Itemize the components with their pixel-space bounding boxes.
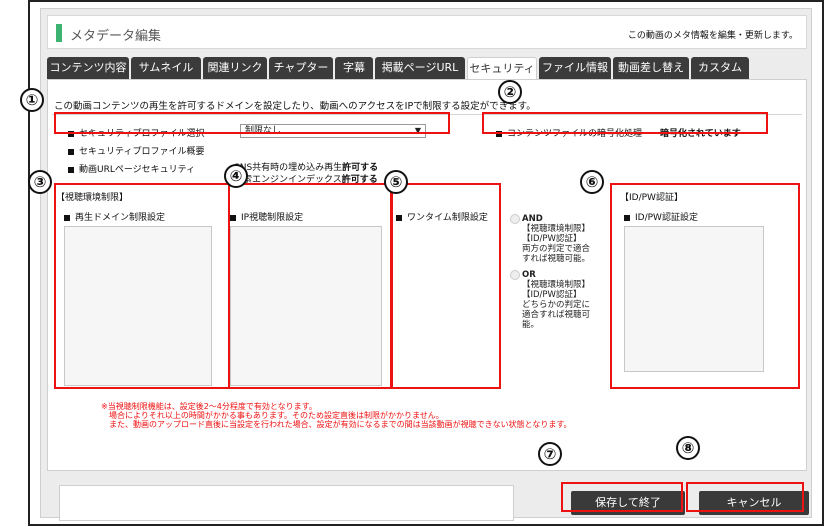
or-option-line: 【視聴環境制限】	[522, 280, 591, 290]
or-radio[interactable]	[510, 270, 520, 280]
and-radio[interactable]	[510, 214, 520, 224]
and-option-line: すれば視聴可能。	[522, 254, 591, 264]
or-option-title: OR	[522, 270, 536, 280]
callout-2: ②	[498, 80, 522, 104]
and-option-line: 【視聴環境制限】	[522, 224, 591, 234]
tab-page-url[interactable]: 掲載ページURL	[375, 57, 465, 79]
annotation-box-domain	[54, 183, 230, 389]
tab-security[interactable]: セキュリティ	[467, 57, 537, 79]
and-option-title: AND	[522, 214, 543, 224]
annotation-box-encryption	[482, 112, 768, 134]
security-description: この動画コンテンツの再生を許可するドメインを設定したり、動画へのアクセスをIPで…	[54, 101, 536, 112]
annotation-box-idpw	[610, 183, 800, 389]
page-title: メタデータ編集	[70, 29, 162, 44]
or-option-line: 能。	[522, 320, 540, 330]
restriction-note: ※当視聴制限機能は、設定後2～4分程度で有効となります。 場合によりそれ以上の時…	[101, 402, 572, 429]
note-line: また、動画のアップロード直後に当設定を行われた場合、設定が有効になるまでの間は当…	[109, 420, 572, 429]
bullet-square-icon	[68, 148, 74, 155]
tab-related-links[interactable]: 関連リンク	[203, 57, 267, 79]
callout-7: ⑦	[538, 442, 562, 466]
or-option-line: 適合すれば視聴可	[522, 310, 591, 320]
bullet-square-icon	[68, 166, 74, 173]
header-accent-bar	[56, 24, 62, 42]
or-option-line: 【ID/PW認証】	[522, 290, 582, 300]
editor-header: メタデータ編集 この動画のメタ情報を編集・更新します。	[47, 15, 807, 49]
or-option-text: OR 【視聴環境制限】 【ID/PW認証】 どちらかの判定に 適合すれば視聴可 …	[522, 270, 600, 330]
callout-4: ④	[224, 164, 248, 188]
and-option-text: AND 【視聴環境制限】 【ID/PW認証】 両方の判定で適合 すれば視聴可能。	[522, 214, 600, 264]
callout-8: ⑧	[676, 436, 700, 460]
note-line: 場合によりそれ以上の時間がかかる事もあります。そのため設定直後は制限がかかりませ…	[109, 411, 444, 420]
callout-6: ⑥	[580, 170, 604, 194]
tab-custom[interactable]: カスタム	[691, 57, 749, 79]
footer-message-area	[59, 485, 514, 521]
annotation-box-profile	[54, 112, 450, 134]
url-page-security-row: 動画URLページセキュリティ	[68, 162, 195, 175]
annotation-box-save	[561, 482, 683, 512]
tab-replace-video[interactable]: 動画差し替え	[613, 57, 689, 79]
callout-3: ③	[28, 170, 52, 194]
tab-content[interactable]: コンテンツ内容	[47, 57, 129, 79]
profile-overview-label: セキュリティプロファイル概要	[79, 147, 205, 157]
url-page-security-label: 動画URLページセキュリティ	[79, 165, 196, 175]
annotation-box-ip	[228, 183, 392, 389]
tab-thumbnail[interactable]: サムネイル	[131, 57, 201, 79]
callout-1: ①	[20, 88, 44, 112]
note-line: ※当視聴制限機能は、設定後2～4分程度で有効となります。	[101, 402, 317, 411]
annotation-box-onetime	[391, 183, 501, 389]
and-option-line: 両方の判定で適合	[522, 244, 591, 254]
or-option-line: どちらかの判定に	[522, 300, 591, 310]
annotation-box-cancel	[686, 482, 804, 512]
tab-file-info[interactable]: ファイル情報	[539, 57, 611, 79]
logic-or-option[interactable]: OR 【視聴環境制限】 【ID/PW認証】 どちらかの判定に 適合すれば視聴可 …	[510, 270, 610, 340]
callout-5: ⑤	[384, 170, 408, 194]
profile-overview-row: セキュリティプロファイル概要	[68, 144, 204, 157]
and-option-line: 【ID/PW認証】	[522, 234, 582, 244]
logic-and-option[interactable]: AND 【視聴環境制限】 【ID/PW認証】 両方の判定で適合 すれば視聴可能。	[510, 214, 610, 274]
page-description: この動画のメタ情報を編集・更新します。	[627, 31, 798, 41]
tab-subtitles[interactable]: 字幕	[335, 57, 373, 79]
tab-chapters[interactable]: チャプター	[269, 57, 333, 79]
